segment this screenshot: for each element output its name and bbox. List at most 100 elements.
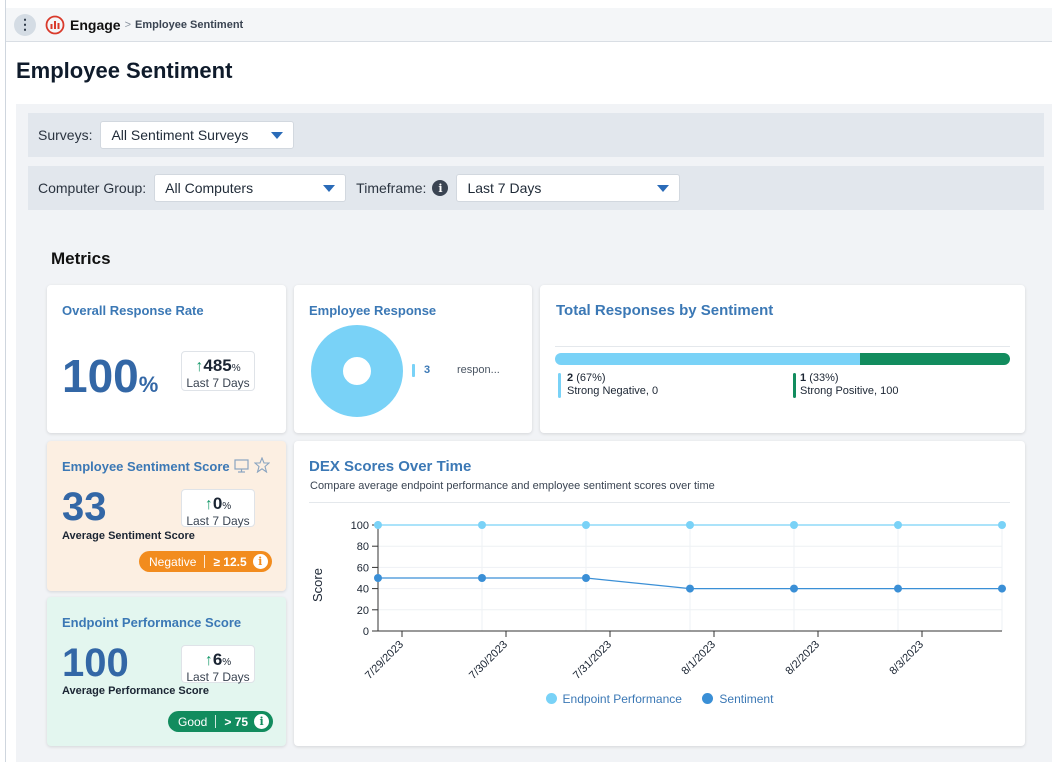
delta-unit: % — [231, 363, 241, 374]
monitor-icon[interactable] — [234, 459, 249, 473]
chevron-down-icon — [657, 184, 670, 192]
data-point[interactable] — [374, 521, 382, 529]
sentiment-score-subtitle: Average Sentiment Score — [62, 530, 195, 542]
data-point[interactable] — [374, 574, 382, 582]
divider — [555, 346, 1010, 347]
computer-group-select-value: All Computers — [165, 180, 254, 196]
data-point[interactable] — [790, 521, 798, 529]
surveys-filter-row: Surveys: All Sentiment Surveys — [28, 113, 1044, 157]
surveys-select-value: All Sentiment Surveys — [111, 127, 249, 143]
breadcrumb-separator: > — [124, 18, 132, 31]
chevron-down-icon — [271, 131, 284, 139]
delta-period: Last 7 Days — [186, 514, 250, 528]
badge-label: Negative — [149, 554, 197, 569]
window-frame — [5, 0, 6, 762]
engage-logo-icon — [45, 15, 65, 34]
computer-group-label: Computer Group: — [38, 180, 147, 196]
timeframe-label: Timeframe: — [356, 180, 427, 196]
timeframe-select-value: Last 7 Days — [467, 180, 542, 196]
dex-line-chart: Score 0 20 40 60 80 100 7/29/2023 7/30/2023 7/31… — [310, 520, 1006, 682]
delta-period: Last 7 Days — [186, 670, 250, 684]
legend-endpoint-performance[interactable]: Endpoint Performance — [545, 691, 682, 706]
x-tick-label: 8/3/2023 — [887, 639, 926, 678]
x-tick-label: 7/30/2023 — [467, 639, 510, 682]
segment-count: 1 — [800, 372, 807, 384]
delta-value: 485 — [203, 356, 232, 375]
surveys-select[interactable]: All Sentiment Surveys — [100, 121, 295, 149]
data-point[interactable] — [998, 584, 1006, 593]
computer-group-select[interactable]: All Computers — [154, 174, 347, 202]
data-point[interactable] — [478, 574, 486, 582]
x-tick-label: 8/1/2023 — [679, 639, 718, 678]
response-rate-number: 100 — [62, 350, 139, 402]
info-icon[interactable]: i — [252, 554, 268, 569]
card-title: Overall Response Rate — [62, 303, 204, 318]
data-point[interactable] — [686, 584, 694, 593]
sentiment-score-card: Employee Sentiment Score 33 ↑0% Last 7 D… — [47, 441, 286, 591]
y-tick-label: 60 — [357, 562, 369, 574]
arrow-up-icon: ↑ — [204, 496, 213, 513]
arrow-up-icon: ↑ — [204, 652, 213, 669]
response-rate-value: 100% — [62, 349, 158, 403]
sentiment-bar-segment-1[interactable] — [859, 353, 1010, 365]
employee-response-card: Employee Response 3 respon... — [294, 285, 532, 433]
chart-legend: Endpoint Performance Sentiment — [294, 691, 1025, 709]
sentiment-bar-segment-0[interactable] — [555, 353, 860, 365]
data-point[interactable] — [478, 521, 486, 529]
delta-period: Last 7 Days — [186, 376, 250, 390]
legend-label: Endpoint Performance — [562, 691, 682, 706]
x-tick-label: 7/29/2023 — [363, 639, 406, 682]
negative-segment-legend: 2 (67%) Strong Negative, 0 — [567, 372, 658, 398]
legend-swatch — [558, 373, 561, 398]
data-point[interactable] — [686, 521, 694, 529]
star-icon[interactable] — [254, 457, 270, 473]
response-count: 3 — [424, 364, 431, 376]
delta-unit: % — [222, 657, 232, 668]
info-icon[interactable]: i — [432, 180, 449, 196]
segment-label: Strong Negative, 0 — [567, 385, 659, 397]
delta-value: 0 — [212, 494, 223, 513]
performance-status-badge: Good > 75 i — [168, 711, 274, 732]
group-timeframe-filter-row: Computer Group: All Computers Timeframe:… — [28, 166, 1044, 210]
segment-count: 2 — [567, 372, 574, 384]
legend-sentiment[interactable]: Sentiment — [702, 692, 773, 706]
card-title: Total Responses by Sentiment — [556, 302, 774, 319]
metrics-heading: Metrics — [51, 249, 111, 268]
segment-percent: (67%) — [576, 372, 606, 384]
timeframe-select[interactable]: Last 7 Days — [456, 174, 681, 202]
dex-chart-card: DEX Scores Over Time Compare average end… — [294, 441, 1025, 746]
response-rate-unit: % — [138, 372, 159, 397]
x-tick-label: 8/2/2023 — [783, 639, 822, 678]
sentiment-score-value: 33 — [62, 485, 107, 529]
performance-score-card: Endpoint Performance Score 100 ↑6% Last … — [47, 597, 286, 746]
breadcrumb-current-page: Employee Sentiment — [135, 18, 244, 31]
response-label: respon... — [457, 364, 500, 376]
y-tick-label: 80 — [357, 541, 369, 553]
legend-dot — [702, 693, 714, 704]
positive-segment-legend: 1 (33%) Strong Positive, 100 — [800, 372, 898, 398]
y-tick-label: 20 — [357, 605, 369, 617]
chevron-down-icon — [323, 184, 336, 192]
legend-label: Sentiment — [719, 691, 774, 706]
data-point[interactable] — [790, 584, 798, 593]
y-tick-label: 40 — [357, 584, 369, 596]
badge-threshold: ≥ 12.5 — [213, 554, 247, 569]
info-icon[interactable]: i — [254, 714, 270, 729]
performance-score-subtitle: Average Performance Score — [62, 685, 209, 697]
card-title: Employee Response — [309, 303, 437, 318]
delta-unit: % — [222, 501, 232, 512]
response-rate-card: Overall Response Rate 100% ↑485% Last 7 … — [47, 285, 286, 433]
data-point[interactable] — [998, 521, 1006, 529]
y-tick-label: 0 — [363, 626, 369, 638]
data-point[interactable] — [894, 584, 902, 593]
card-title: Employee Sentiment Score — [62, 459, 230, 474]
data-point[interactable] — [582, 574, 590, 582]
total-responses-card: Total Responses by Sentiment 2 (67%) Str… — [540, 285, 1025, 433]
data-point[interactable] — [894, 521, 902, 529]
data-point[interactable] — [582, 521, 590, 529]
legend-swatch — [412, 364, 415, 377]
breadcrumb-engage-link[interactable]: Engage — [70, 17, 121, 33]
more-menu-button[interactable]: ⋮ — [14, 13, 36, 36]
surveys-label: Surveys: — [38, 127, 93, 143]
y-axis-label: Score — [310, 568, 325, 602]
